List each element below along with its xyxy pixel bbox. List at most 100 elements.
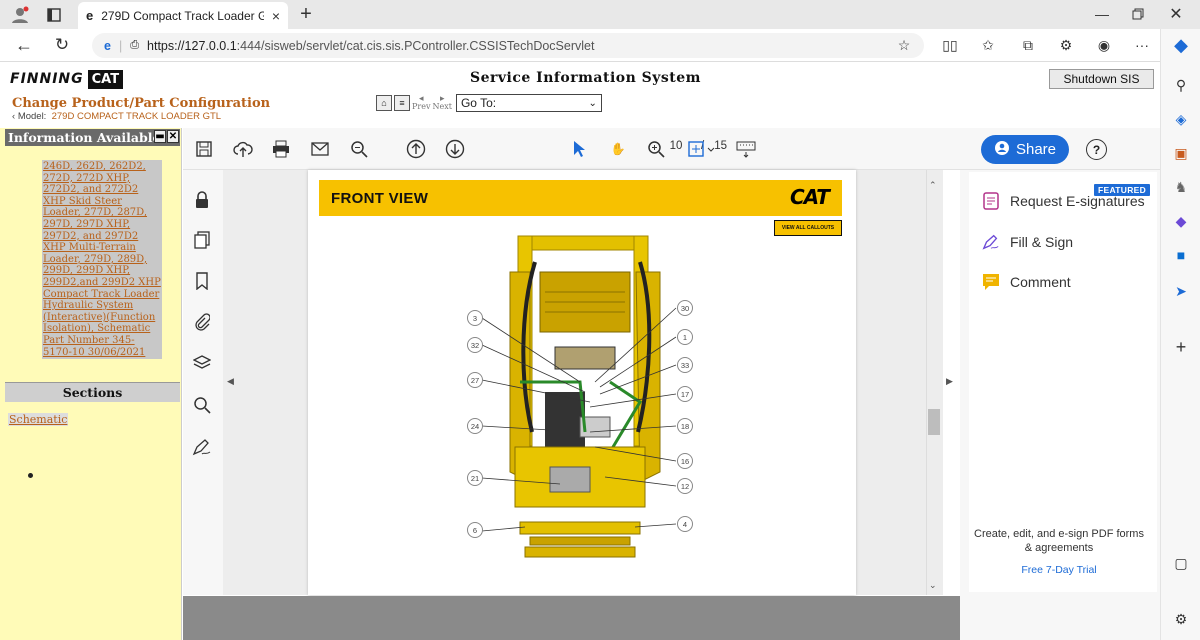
copilot-page-icon[interactable]: ◉ bbox=[1094, 35, 1114, 55]
fit-page-dropdown-icon[interactable] bbox=[685, 138, 717, 160]
keyboard-icon[interactable] bbox=[735, 138, 757, 160]
close-panel-icon[interactable]: ✕ bbox=[167, 130, 179, 143]
favorites-icon[interactable]: ✩ bbox=[978, 35, 998, 55]
info-available-title: Information Available bbox=[8, 130, 161, 145]
callout-left-1[interactable]: 3 bbox=[467, 310, 483, 326]
minimize-icon[interactable]: — bbox=[1092, 4, 1112, 24]
prev-button[interactable]: ◂ Prev bbox=[412, 95, 430, 111]
tool-comment[interactable]: Comment bbox=[982, 273, 1071, 291]
close-window-icon[interactable]: ✕ bbox=[1166, 4, 1186, 24]
hand-tool-icon[interactable]: ✋ bbox=[607, 138, 629, 160]
tools-icon[interactable]: ▣ bbox=[1171, 143, 1191, 163]
callout-right-4[interactable]: 17 bbox=[677, 386, 693, 402]
select-cursor-icon[interactable] bbox=[568, 138, 590, 160]
section-link-schematic[interactable]: Schematic bbox=[8, 413, 69, 426]
callout-right-3[interactable]: 33 bbox=[677, 357, 693, 373]
tool-request-esignatures[interactable]: Request E-signatures bbox=[982, 192, 1145, 210]
tool-label: Comment bbox=[1010, 274, 1071, 290]
share-button[interactable]: Share bbox=[981, 135, 1069, 164]
copilot-icon[interactable]: ◆ bbox=[1171, 35, 1191, 55]
tool-fill-sign[interactable]: Fill & Sign bbox=[982, 233, 1073, 251]
sign-icon[interactable] bbox=[191, 436, 213, 458]
settings-gear-icon[interactable]: ⚙ bbox=[1171, 609, 1191, 629]
lock-icon[interactable] bbox=[191, 189, 213, 211]
save-icon[interactable] bbox=[193, 138, 215, 160]
callout-right-2[interactable]: 1 bbox=[677, 329, 693, 345]
free-trial-link[interactable]: Free 7-Day Trial bbox=[972, 564, 1146, 576]
scroll-up-icon[interactable]: ⌃ bbox=[929, 180, 937, 191]
collections-icon[interactable]: ⧉ bbox=[1018, 35, 1038, 55]
search-icon[interactable] bbox=[191, 394, 213, 416]
collapse-left-icon[interactable]: ◀ bbox=[227, 376, 234, 387]
goto-label: Go To: bbox=[460, 96, 497, 110]
shutdown-button[interactable]: Shutdown SIS bbox=[1049, 69, 1154, 89]
close-tab-icon[interactable]: × bbox=[272, 8, 280, 24]
page-up-icon[interactable] bbox=[405, 138, 427, 160]
email-icon[interactable] bbox=[309, 138, 331, 160]
goto-select[interactable]: Go To: ⌄ bbox=[455, 94, 602, 112]
callout-right-1[interactable]: 30 bbox=[677, 300, 693, 316]
scrollbar-thumb[interactable] bbox=[928, 409, 940, 435]
refresh-icon[interactable]: ↻ bbox=[52, 35, 72, 55]
games-icon[interactable]: ♞ bbox=[1171, 177, 1191, 197]
goto-toolbar: ⌂ ≡ ◂ Prev ▸ Next Go To: ⌄ bbox=[376, 92, 602, 114]
tab-actions-icon[interactable] bbox=[44, 5, 64, 25]
info-document-link[interactable]: 246D, 262D, 262D2, 272D, 272D XHP, 272D2… bbox=[42, 160, 162, 360]
left-panel: Information Available ▬ ✕ 246D, 262D, 26… bbox=[0, 128, 182, 640]
callout-right-8[interactable]: 4 bbox=[677, 516, 693, 532]
restore-icon[interactable] bbox=[1128, 4, 1148, 24]
send-icon[interactable]: ➤ bbox=[1171, 281, 1191, 301]
bookmark-icon[interactable] bbox=[191, 270, 213, 292]
shopping-tag-icon[interactable]: ◈ bbox=[1171, 109, 1191, 129]
search-icon[interactable]: ⚲ bbox=[1171, 75, 1191, 95]
page-down-icon[interactable] bbox=[444, 138, 466, 160]
back-icon[interactable]: ← bbox=[14, 35, 34, 55]
add-sidebar-icon[interactable]: + bbox=[1171, 337, 1191, 357]
outlook-icon[interactable]: ■ bbox=[1171, 245, 1191, 265]
url-field[interactable]: e | ⎙ https://127.0.0.1:444/sisweb/servl… bbox=[92, 33, 924, 58]
extensions-icon[interactable]: ⚙ bbox=[1056, 35, 1076, 55]
finning-logo-text: FINNING bbox=[10, 71, 84, 87]
change-product-link[interactable]: Change Product/Part Configuration bbox=[12, 96, 270, 111]
url-path: :444/sisweb/servlet/cat.cis.sis.PControl… bbox=[236, 38, 595, 53]
sis-header: FINNING CAT Change Product/Part Configur… bbox=[0, 62, 1160, 128]
callout-left-6[interactable]: 6 bbox=[467, 522, 483, 538]
new-tab-icon[interactable]: + bbox=[296, 3, 316, 25]
page-info-icon[interactable]: ⎙ bbox=[130, 39, 139, 52]
document-scrollbar[interactable] bbox=[926, 170, 943, 595]
pages-icon[interactable] bbox=[191, 229, 213, 251]
loader-illustration bbox=[481, 235, 677, 558]
layers-icon[interactable] bbox=[191, 352, 213, 374]
teams-icon[interactable]: ▢ bbox=[1171, 553, 1191, 573]
scroll-down-icon[interactable]: ⌄ bbox=[929, 580, 937, 591]
zoom-in-icon[interactable] bbox=[645, 138, 667, 160]
edge-icon: e bbox=[104, 38, 111, 53]
callout-right-6[interactable]: 16 bbox=[677, 453, 693, 469]
view-all-callouts-button[interactable]: VIEW ALL CALLOUTS bbox=[774, 220, 842, 236]
callout-right-5[interactable]: 18 bbox=[677, 418, 693, 434]
document-icon[interactable]: ≡ bbox=[394, 95, 410, 111]
model-value: 279D COMPACT TRACK LOADER GTL bbox=[51, 111, 222, 122]
callout-left-4[interactable]: 24 bbox=[467, 418, 483, 434]
m365-icon[interactable]: ◆ bbox=[1171, 211, 1191, 231]
callout-left-3[interactable]: 27 bbox=[467, 372, 483, 388]
home-icon[interactable]: ⌂ bbox=[376, 95, 392, 111]
banner-title: FRONT VIEW bbox=[331, 190, 429, 207]
help-icon[interactable]: ? bbox=[1086, 139, 1107, 160]
callout-right-7[interactable]: 12 bbox=[677, 478, 693, 494]
favorite-star-icon[interactable]: ☆ bbox=[894, 35, 914, 55]
minimize-panel-icon[interactable]: ▬ bbox=[154, 130, 166, 143]
upload-cloud-icon[interactable] bbox=[232, 138, 254, 160]
browser-tab[interactable]: e 279D Compact Track Loader GTL × bbox=[78, 2, 288, 29]
print-icon[interactable] bbox=[270, 138, 292, 160]
next-button[interactable]: ▸ Next bbox=[432, 95, 451, 111]
callout-left-5[interactable]: 21 bbox=[467, 470, 483, 486]
address-bar-row: ← ↻ e | ⎙ https://127.0.0.1:444/sisweb/s… bbox=[0, 29, 1200, 62]
find-icon[interactable] bbox=[348, 138, 370, 160]
expand-right-icon[interactable]: ▶ bbox=[946, 376, 953, 387]
profile-icon[interactable] bbox=[10, 5, 30, 25]
split-screen-icon[interactable]: ▯▯ bbox=[940, 35, 960, 55]
more-menu-icon[interactable]: ··· bbox=[1132, 35, 1152, 55]
attachment-icon[interactable] bbox=[191, 311, 213, 333]
callout-left-2[interactable]: 32 bbox=[467, 337, 483, 353]
